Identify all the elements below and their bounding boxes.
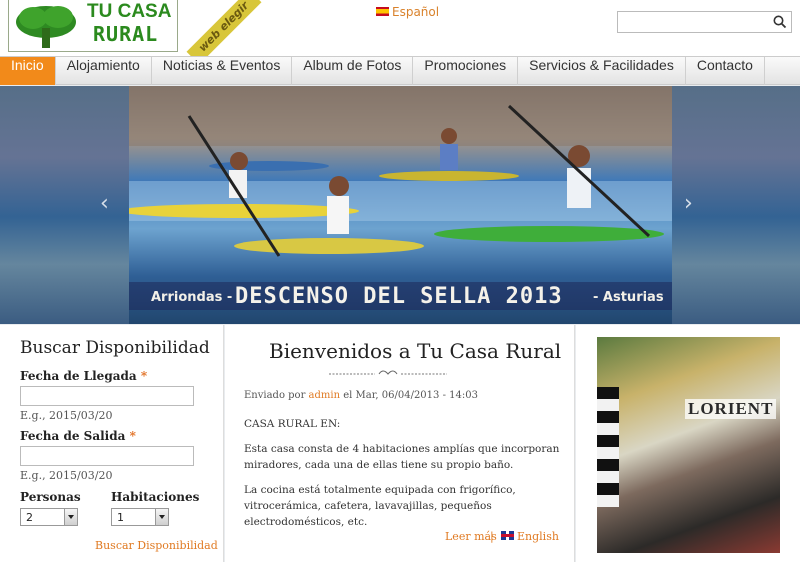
read-more-link[interactable]: Leer más: [445, 530, 497, 543]
availability-panel: Buscar Disponibilidad Fecha de Llegada *…: [0, 325, 224, 562]
nav-item-servicios[interactable]: Servicios & Facilidades: [518, 57, 686, 85]
nav-item-alojamiento[interactable]: Alojamiento: [56, 57, 152, 85]
logo-text-top: TU CASA: [87, 1, 172, 22]
spain-flag-icon: [376, 7, 389, 16]
hero-slider: Arriondas - DESCENSO DEL SELLA 2013 - As…: [0, 86, 800, 324]
caption-left: Arriondas -: [151, 290, 233, 305]
arrival-label-text: Fecha de Llegada: [20, 369, 137, 383]
tree-icon: [16, 6, 76, 48]
author-link[interactable]: admin: [309, 390, 340, 401]
required-mark: *: [140, 369, 148, 383]
slider-next-icon[interactable]: ›: [684, 191, 693, 216]
article-paragraph: Esta casa consta de 4 habitaciones amplí…: [244, 443, 560, 471]
welcome-article: Bienvenidos a Tu Casa Rural Enviado por …: [225, 325, 575, 562]
promo-panel: LORIENT: [576, 325, 800, 562]
availability-title: Buscar Disponibilidad: [20, 338, 210, 358]
language-switch[interactable]: Español: [376, 5, 439, 19]
logo-text-bottom: RURAL: [93, 22, 159, 46]
nav-item-noticias[interactable]: Noticias & Eventos: [152, 57, 293, 85]
article-paragraph: La cocina está totalmente equipada con f…: [244, 484, 516, 528]
search-icon[interactable]: [771, 13, 789, 31]
uk-flag-icon: [501, 531, 514, 540]
ornament-divider: [329, 370, 447, 375]
arrival-label: Fecha de Llegada *: [20, 369, 147, 383]
language-label: Español: [392, 5, 440, 19]
departure-label-text: Fecha de Salida: [20, 429, 126, 443]
nav-item-contacto[interactable]: Contacto: [686, 57, 765, 85]
rooms-select[interactable]: 1: [111, 508, 169, 526]
breton-flag: [597, 387, 619, 507]
persons-label: Personas: [20, 490, 81, 504]
slider-prev-icon[interactable]: ‹: [100, 191, 109, 216]
link-separator: |: [490, 530, 494, 543]
persons-value: 2: [26, 511, 33, 524]
arrival-hint: E.g., 2015/03/20: [20, 409, 113, 422]
search-input[interactable]: [618, 12, 768, 32]
departure-date-input[interactable]: [20, 446, 194, 466]
main-nav: Inicio Alojamiento Noticias & Eventos Al…: [0, 56, 800, 85]
english-label: English: [517, 530, 559, 543]
persons-select[interactable]: 2: [20, 508, 78, 526]
article-meta: Enviado por admin el Mar, 06/04/2013 - 1…: [244, 390, 478, 401]
departure-label: Fecha de Salida *: [20, 429, 136, 443]
caption-right: - Asturias: [593, 290, 664, 305]
meta-prefix: Enviado por: [244, 390, 306, 401]
departure-hint: E.g., 2015/03/20: [20, 469, 113, 482]
article-title: Bienvenidos a Tu Casa Rural: [269, 339, 562, 363]
chevron-down-icon: [155, 509, 168, 525]
required-mark: *: [129, 429, 136, 443]
nav-item-album[interactable]: Album de Fotos: [292, 57, 414, 85]
nav-item-promociones[interactable]: Promociones: [413, 57, 519, 85]
rooms-value: 1: [117, 511, 124, 524]
promo-image[interactable]: LORIENT: [597, 337, 780, 553]
promo-image-label: LORIENT: [685, 399, 777, 419]
english-link[interactable]: English: [501, 530, 559, 543]
search-availability-button[interactable]: Buscar Disponibilidad: [95, 539, 218, 552]
web-ribbon: web elegir: [186, 0, 262, 65]
nav-item-inicio[interactable]: Inicio: [0, 57, 56, 85]
site-logo[interactable]: TU CASA RURAL: [8, 0, 178, 52]
meta-date: el Mar, 06/04/2013 - 14:03: [343, 390, 478, 401]
arrival-date-input[interactable]: [20, 386, 194, 406]
chevron-down-icon: [64, 509, 77, 525]
search-box: [617, 11, 792, 33]
caption-title: DESCENSO DEL SELLA 2013: [235, 284, 563, 309]
article-heading: CASA RURAL EN:: [244, 418, 341, 430]
rooms-label: Habitaciones: [111, 490, 200, 504]
site-header: TU CASA RURAL web elegir Español: [0, 0, 800, 65]
